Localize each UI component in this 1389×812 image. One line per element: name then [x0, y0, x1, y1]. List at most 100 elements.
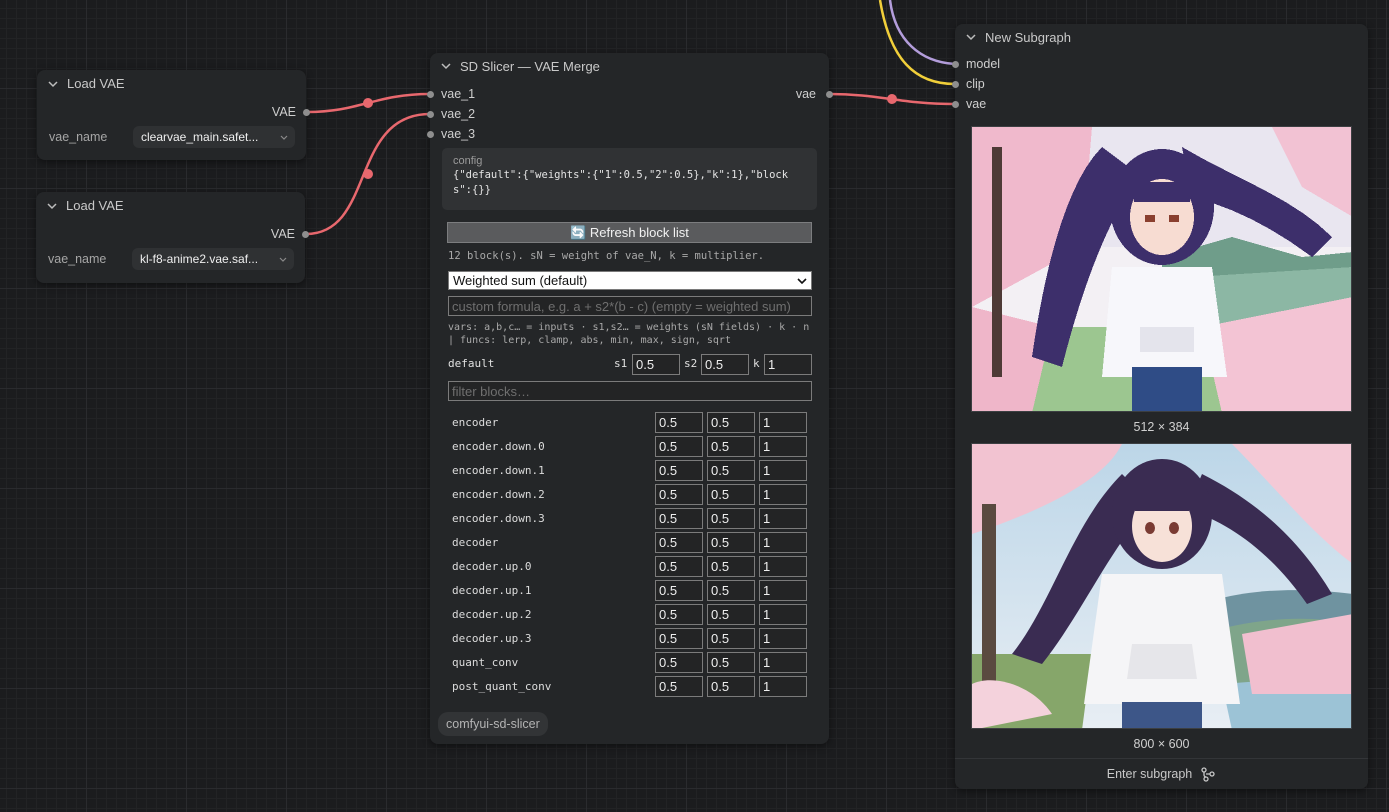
block-s2-value: 0.5: [711, 631, 730, 646]
output-slot-vae[interactable]: VAE: [271, 227, 309, 241]
sd-slicer-node[interactable]: SD Slicer — VAE Merge vae_1 vae_2 vae_3 …: [427, 53, 833, 744]
block-s1-input[interactable]: 0.5: [655, 604, 703, 625]
block-k-input[interactable]: 1: [759, 532, 807, 553]
block-s2-input[interactable]: 0.5: [707, 580, 755, 601]
block-s1-input[interactable]: 0.5: [655, 676, 703, 697]
filter-blocks-input[interactable]: filter blocks…: [448, 381, 812, 401]
output-dot[interactable]: [303, 108, 310, 116]
block-s1-value: 0.5: [659, 655, 678, 670]
block-s1-input[interactable]: 0.5: [655, 628, 703, 649]
mode-select[interactable]: Weighted sum (default): [448, 271, 812, 290]
chevron-down-icon: [797, 277, 807, 284]
block-s2-input[interactable]: 0.5: [707, 556, 755, 577]
input-slot-clip[interactable]: clip: [952, 77, 985, 91]
input-dot[interactable]: [427, 130, 434, 138]
preview-image-1[interactable]: [971, 126, 1352, 412]
output-slot-vae[interactable]: vae: [796, 87, 833, 101]
load-vae-node-2[interactable]: Load VAE VAE vae_name kl-f8-anime2.vae.s…: [36, 192, 309, 283]
enter-subgraph-button[interactable]: Enter subgraph: [955, 758, 1368, 789]
vae-name-combo[interactable]: clearvae_main.safet...: [133, 126, 295, 148]
block-k-input[interactable]: 1: [759, 460, 807, 481]
default-k-input[interactable]: 1: [764, 354, 812, 375]
block-s2-input[interactable]: 0.5: [707, 460, 755, 481]
link-vae-2: [305, 112, 431, 236]
block-s2-input[interactable]: 0.5: [707, 532, 755, 553]
block-s2-value: 0.5: [711, 535, 730, 550]
block-k-input[interactable]: 1: [759, 412, 807, 433]
block-s1-input[interactable]: 0.5: [655, 436, 703, 457]
input-dot[interactable]: [952, 100, 959, 108]
block-row-label: decoder: [452, 536, 499, 549]
custom-formula-input[interactable]: custom formula, e.g. a + s2*(b - c) (emp…: [448, 296, 812, 316]
anime-girl-image: [972, 444, 1351, 728]
vae-name-widget[interactable]: vae_name kl-f8-anime2.vae.saf...: [48, 248, 294, 270]
output-label: VAE: [270, 227, 295, 241]
output-slot-vae[interactable]: VAE: [272, 105, 310, 119]
image-1-caption: 512 × 384: [1133, 420, 1190, 434]
input-dot[interactable]: [427, 90, 434, 98]
block-s2-input[interactable]: 0.5: [707, 676, 755, 697]
block-k-input[interactable]: 1: [759, 652, 807, 673]
node-title-bar[interactable]: Load VAE: [36, 192, 305, 219]
chevron-down-icon[interactable]: [440, 60, 452, 72]
input-slot-vae-3[interactable]: vae_3: [427, 127, 475, 141]
input-dot[interactable]: [427, 110, 434, 118]
chevron-down-icon[interactable]: [46, 200, 58, 212]
block-s2-value: 0.5: [711, 439, 730, 454]
block-row-label: decoder.up.2: [452, 608, 532, 621]
block-k-input[interactable]: 1: [759, 508, 807, 529]
preview-image-2[interactable]: [971, 443, 1352, 729]
input-slot-vae-2[interactable]: vae_2: [427, 107, 475, 121]
node-title-bar[interactable]: Load VAE: [37, 70, 306, 97]
block-s2-value: 0.5: [711, 607, 730, 622]
block-s2-value: 0.5: [711, 511, 730, 526]
block-s1-input[interactable]: 0.5: [655, 652, 703, 673]
input-slot-vae-1[interactable]: vae_1: [427, 87, 475, 101]
vae-name-widget[interactable]: vae_name clearvae_main.safet...: [49, 126, 295, 148]
block-s1-input[interactable]: 0.5: [655, 484, 703, 505]
vae-name-combo[interactable]: kl-f8-anime2.vae.saf...: [132, 248, 294, 270]
block-s1-input[interactable]: 0.5: [655, 556, 703, 577]
block-s1-input[interactable]: 0.5: [655, 580, 703, 601]
block-s1-input[interactable]: 0.5: [655, 460, 703, 481]
block-k-value: 1: [763, 583, 771, 598]
block-s2-input[interactable]: 0.5: [707, 436, 755, 457]
combo-value: clearvae_main.safet...: [141, 130, 259, 144]
block-k-input[interactable]: 1: [759, 580, 807, 601]
block-k-input[interactable]: 1: [759, 436, 807, 457]
output-dot[interactable]: [826, 90, 833, 98]
block-s2-value: 0.5: [711, 487, 730, 502]
input-dot[interactable]: [952, 80, 959, 88]
output-dot[interactable]: [302, 230, 309, 238]
block-k-input[interactable]: 1: [759, 604, 807, 625]
block-s1-value: 0.5: [659, 535, 678, 550]
chevron-down-icon[interactable]: [965, 31, 977, 43]
block-k-input[interactable]: 1: [759, 628, 807, 649]
block-k-value: 1: [763, 439, 771, 454]
node-title-bar[interactable]: New Subgraph: [955, 24, 1368, 50]
refresh-block-list-button[interactable]: 🔄 Refresh block list: [447, 222, 812, 243]
subgraph-node[interactable]: New Subgraph model clip vae 512 × 384 80…: [952, 24, 1368, 789]
block-s1-value: 0.5: [659, 607, 678, 622]
block-s2-input[interactable]: 0.5: [707, 484, 755, 505]
block-k-input[interactable]: 1: [759, 484, 807, 505]
block-s1-input[interactable]: 0.5: [655, 412, 703, 433]
node-title-bar[interactable]: SD Slicer — VAE Merge: [430, 53, 829, 79]
default-s2-input[interactable]: 0.5: [701, 354, 749, 375]
block-s2-input[interactable]: 0.5: [707, 652, 755, 673]
config-textarea[interactable]: config {"default":{"weights":{"1":0.5,"2…: [442, 148, 817, 210]
input-slot-vae[interactable]: vae: [952, 97, 986, 111]
input-dot[interactable]: [952, 60, 959, 68]
block-s2-input[interactable]: 0.5: [707, 604, 755, 625]
block-k-input[interactable]: 1: [759, 556, 807, 577]
input-slot-model[interactable]: model: [952, 57, 1000, 71]
chevron-down-icon[interactable]: [47, 78, 59, 90]
block-s1-input[interactable]: 0.5: [655, 508, 703, 529]
block-s2-input[interactable]: 0.5: [707, 508, 755, 529]
block-s2-input[interactable]: 0.5: [707, 412, 755, 433]
block-s2-input[interactable]: 0.5: [707, 628, 755, 649]
load-vae-node-1[interactable]: Load VAE VAE vae_name clearvae_main.safe…: [37, 70, 310, 160]
block-s1-input[interactable]: 0.5: [655, 532, 703, 553]
block-k-input[interactable]: 1: [759, 676, 807, 697]
default-s1-input[interactable]: 0.5: [632, 354, 680, 375]
